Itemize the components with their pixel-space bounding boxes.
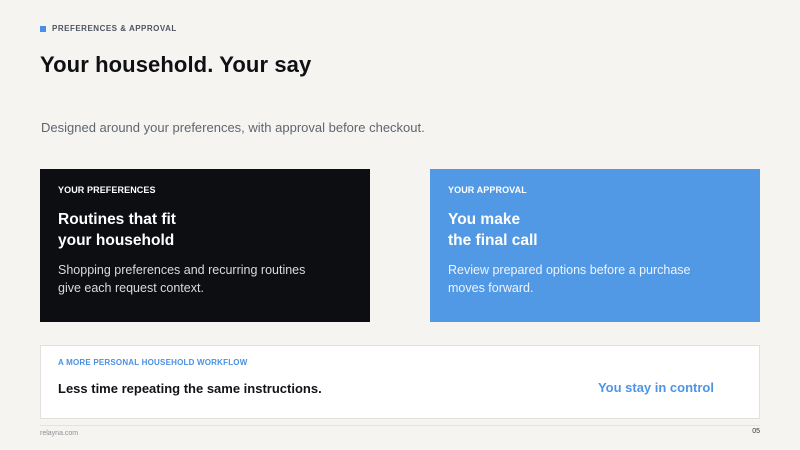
approval-card-heading: You make the final call bbox=[448, 209, 742, 251]
eyebrow-text: PREFERENCES & APPROVAL bbox=[52, 24, 177, 33]
eyebrow-square-icon bbox=[40, 25, 46, 32]
slide: PREFERENCES & APPROVAL Your household. Y… bbox=[0, 0, 800, 450]
eyebrow: PREFERENCES & APPROVAL bbox=[40, 24, 177, 33]
approval-card-heading-line-2: the final call bbox=[448, 232, 538, 249]
preferences-card-heading: Routines that fit your household bbox=[58, 209, 352, 251]
approval-card-label: YOUR APPROVAL bbox=[448, 185, 527, 195]
preferences-card-body-line-1: Shopping preferences and recurring routi… bbox=[58, 263, 306, 277]
footer-domain: relayna.com bbox=[40, 430, 79, 437]
approval-card-body-line-1: Review prepared options before a purchas… bbox=[448, 263, 691, 277]
page-title: Your household. Your say bbox=[40, 52, 312, 77]
preferences-card-heading-line-2: your household bbox=[58, 232, 175, 249]
preferences-card-body-line-2: give each request context. bbox=[58, 281, 204, 295]
preferences-card-heading-line-1: Routines that fit bbox=[58, 211, 176, 228]
footer-divider bbox=[40, 425, 760, 426]
page-subtitle: Designed around your preferences, with a… bbox=[41, 120, 425, 135]
preferences-card-label: YOUR PREFERENCES bbox=[58, 185, 156, 195]
workflow-strip: A MORE PERSONAL HOUSEHOLD WORKFLOW Less … bbox=[40, 345, 760, 419]
page-number: 05 bbox=[752, 428, 760, 435]
workflow-strip-highlight: You stay in control bbox=[597, 380, 714, 395]
approval-card-heading-line-1: You make bbox=[448, 211, 521, 228]
preferences-card-body: Shopping preferences and recurring routi… bbox=[58, 261, 352, 297]
approval-card-body-line-2: moves forward. bbox=[448, 281, 534, 295]
workflow-strip-message: Less time repeating the same instruction… bbox=[58, 381, 322, 396]
approval-card-body: Review prepared options before a purchas… bbox=[448, 261, 742, 297]
workflow-strip-label: A MORE PERSONAL HOUSEHOLD WORKFLOW bbox=[58, 358, 248, 367]
preferences-card: YOUR PREFERENCES Routines that fit your … bbox=[40, 169, 370, 322]
approval-card: YOUR APPROVAL You make the final call Re… bbox=[430, 169, 760, 322]
